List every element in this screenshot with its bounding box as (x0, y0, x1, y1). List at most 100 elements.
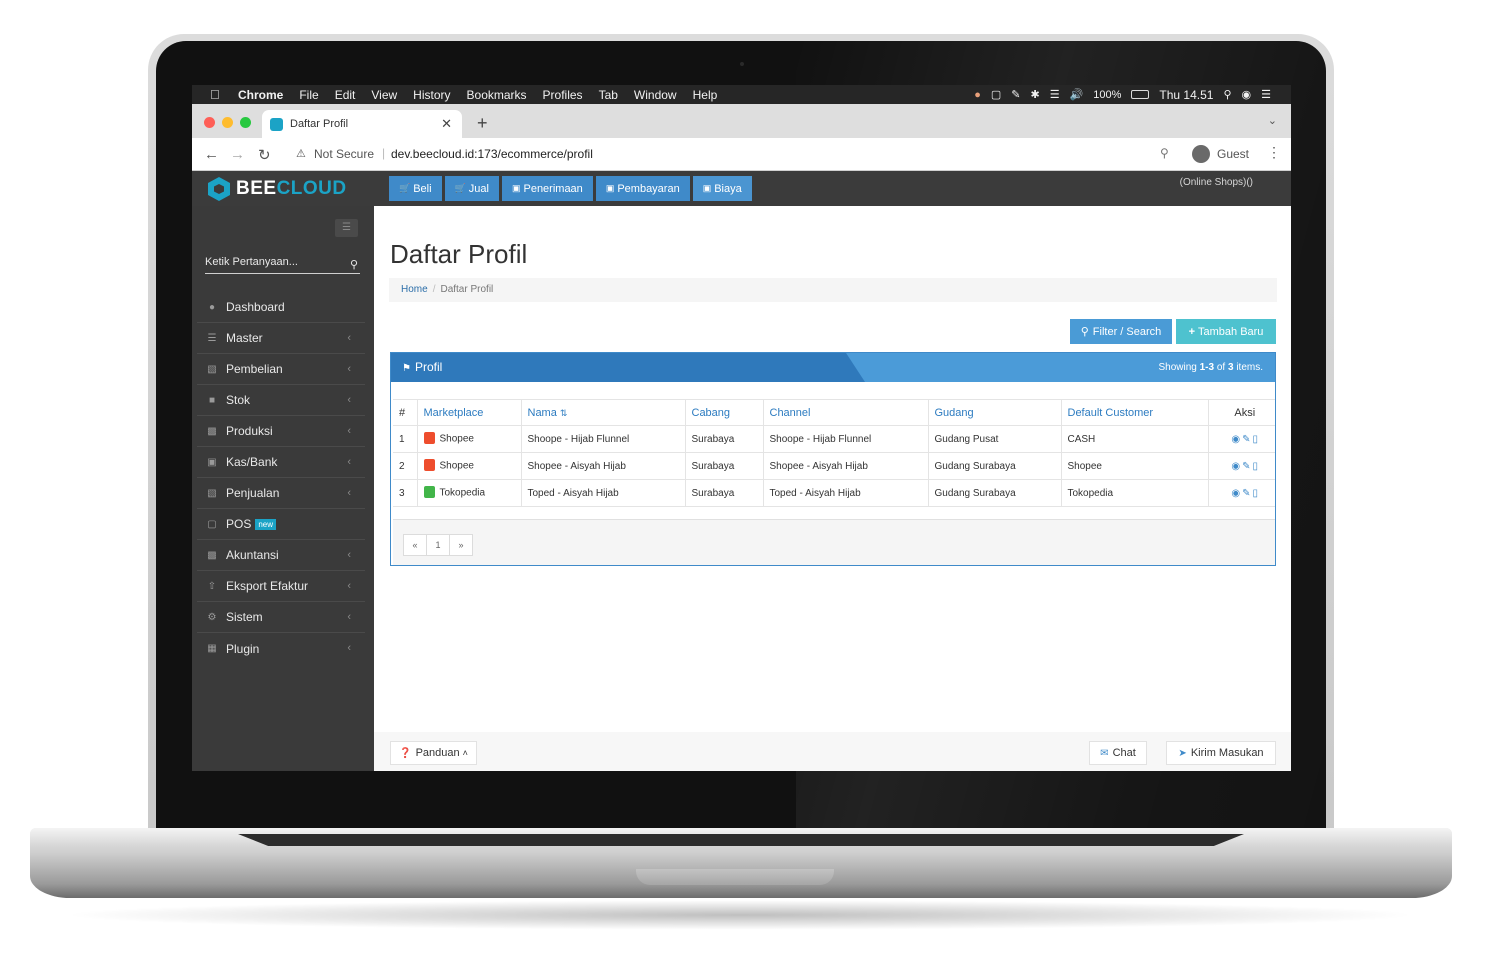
edit-pencil-icon[interactable]: ✎ (1242, 488, 1250, 499)
tab-search-chevron-icon[interactable]: ⌄ (1268, 114, 1277, 127)
browser-tab-strip: Daftar Profil ✕ + ⌄ (192, 104, 1291, 138)
menu-file[interactable]: File (299, 88, 318, 102)
chevron-left-icon: ‹ (347, 549, 351, 561)
nav-beli-button[interactable]: 🛒 Beli (389, 176, 442, 201)
column-header-default-customer[interactable]: Default Customer (1061, 399, 1209, 426)
browser-tab[interactable]: Daftar Profil ✕ (262, 110, 462, 138)
menu-history[interactable]: History (413, 88, 450, 102)
chevron-left-icon: ‹ (347, 580, 351, 592)
bluetooth-icon[interactable]: ✱ (1030, 88, 1039, 101)
camera (740, 62, 744, 66)
spotlight-icon[interactable]: ⚲ (1223, 88, 1231, 101)
breadcrumb-home-link[interactable]: Home (401, 284, 428, 295)
menu-profiles[interactable]: Profiles (543, 88, 583, 102)
footer-bar: ❓ Panduan ˄ ✉ Chat ➤ Kirim Masukan (374, 732, 1291, 771)
chat-button[interactable]: ✉ Chat (1089, 741, 1147, 765)
add-new-button[interactable]: + Tambah Baru (1176, 319, 1276, 344)
siri-icon[interactable]: ◉ (1242, 88, 1252, 101)
status-app-icon[interactable]: ● (974, 89, 981, 101)
money-icon: ▣ (511, 183, 521, 193)
browser-menu-icon[interactable]: ⋮ (1267, 144, 1281, 161)
delete-trash-icon[interactable]: ▯ (1253, 488, 1259, 499)
pagination-next[interactable]: » (449, 534, 473, 556)
new-tab-button[interactable]: + (477, 113, 488, 134)
sidebar-item-pos[interactable]: ▢ POS new (197, 509, 365, 540)
view-eye-icon[interactable]: ◉ (1231, 461, 1240, 472)
sidebar-item-stok[interactable]: ■ Stok ‹ (197, 385, 365, 416)
main-content: Daftar Profil Home / Daftar Profil ⚲ Filter… (374, 206, 1291, 771)
column-header-cabang[interactable]: Cabang (685, 399, 764, 426)
search-icon[interactable]: ⚲ (350, 258, 358, 271)
delete-trash-icon[interactable]: ▯ (1253, 434, 1259, 445)
view-eye-icon[interactable]: ◉ (1231, 488, 1240, 499)
sidebar-item-dashboard[interactable]: ● Dashboard (197, 292, 365, 323)
sidebar-item-penjualan[interactable]: ▧ Penjualan ‹ (197, 478, 365, 509)
menu-window[interactable]: Window (634, 88, 677, 102)
pen-icon[interactable]: ✎ (1011, 88, 1020, 101)
profile-avatar-icon[interactable] (1192, 145, 1210, 163)
sidebar-item-pembelian[interactable]: ▧ Pembelian ‹ (197, 354, 365, 385)
chevron-left-icon: ‹ (347, 425, 351, 437)
sidebar-item-produksi[interactable]: ▩ Produksi ‹ (197, 416, 365, 447)
nav-pembayaran-button[interactable]: ▣ Pembayaran (595, 176, 690, 201)
close-tab-icon[interactable]: ✕ (441, 116, 452, 132)
minimize-window-button[interactable] (222, 117, 233, 128)
battery-icon[interactable] (1131, 90, 1150, 99)
menu-chrome[interactable]: Chrome (238, 88, 283, 102)
pagination-prev[interactable]: « (403, 534, 427, 556)
sidebar-menu: ● Dashboard ☰ Master ‹ ▧ Pembelian ‹ ■ Stok ‹ ▩… (197, 292, 365, 664)
back-arrow-icon[interactable]: ← (204, 146, 219, 163)
menu-bookmarks[interactable]: Bookmarks (467, 88, 527, 102)
zoom-icon[interactable]: ⚲ (1160, 146, 1169, 160)
menu-edit[interactable]: Edit (335, 88, 356, 102)
nav-jual-button[interactable]: 🛒 Jual (444, 176, 499, 201)
notification-center-icon[interactable]: ☰ (1261, 88, 1271, 101)
sidebar-item-master[interactable]: ☰ Master ‹ (197, 323, 365, 354)
sidebar-item-plugin[interactable]: ▦ Plugin ‹ (197, 633, 365, 664)
profile-name[interactable]: Guest (1217, 147, 1249, 161)
edit-pencil-icon[interactable]: ✎ (1242, 434, 1250, 445)
warning-icon[interactable]: ⚠ (296, 147, 306, 160)
view-eye-icon[interactable]: ◉ (1231, 434, 1240, 445)
url-field[interactable]: dev.beecloud.id:173/ecommerce/profil (391, 147, 593, 161)
menu-view[interactable]: View (371, 88, 397, 102)
sort-icon: ⇅ (559, 407, 568, 418)
nav-biaya-button[interactable]: ▣ Biaya (692, 176, 752, 201)
close-window-button[interactable] (204, 117, 215, 128)
column-header-gudang[interactable]: Gudang (928, 399, 1062, 426)
nav-penerimaan-button[interactable]: ▣ Penerimaan (501, 176, 593, 201)
wifi-icon[interactable]: ☰ (1050, 88, 1060, 101)
cogs-icon: ⚙ (207, 611, 217, 623)
volume-icon[interactable]: 🔊 (1070, 88, 1084, 101)
guide-button[interactable]: ❓ Panduan ˄ (390, 741, 477, 765)
display-icon[interactable]: ▢ (991, 88, 1001, 101)
edit-pencil-icon[interactable]: ✎ (1242, 461, 1250, 472)
column-header-aksi: Aksi (1208, 399, 1275, 426)
maximize-window-button[interactable] (240, 117, 251, 128)
screen:  Chrome File Edit View History Bookmark… (192, 85, 1291, 771)
filter-search-button[interactable]: ⚲ Filter / Search (1070, 319, 1172, 344)
menu-help[interactable]: Help (693, 88, 718, 102)
sidebar-item-eksport-efaktur[interactable]: ⇧ Eksport Efaktur ‹ (197, 571, 365, 602)
table-row: 3 Tokopedia Toped - Aisyah Hijab Surabay… (393, 479, 1275, 507)
sidebar-item-sistem[interactable]: ⚙ Sistem ‹ (197, 602, 365, 633)
beecloud-logo[interactable]: BEECLOUD (208, 177, 347, 201)
upload-icon: ⇧ (207, 580, 217, 592)
forward-arrow-icon[interactable]: → (230, 146, 245, 163)
column-header-channel[interactable]: Channel (763, 399, 929, 426)
reload-icon[interactable]: ↻ (258, 146, 271, 164)
send-feedback-button[interactable]: ➤ Kirim Masukan (1166, 741, 1276, 765)
sidebar-search-input[interactable]: Ketik Pertanyaan... ⚲ (205, 256, 360, 274)
sidebar-item-akuntansi[interactable]: ▩ Akuntansi ‹ (197, 540, 365, 571)
apple-icon[interactable]:  (210, 87, 222, 102)
column-header-nama[interactable]: Nama ⇅ (521, 399, 686, 426)
delete-trash-icon[interactable]: ▯ (1253, 461, 1259, 472)
sidebar-toggle-button[interactable]: ☰ (335, 219, 358, 237)
column-header-marketplace[interactable]: Marketplace (417, 399, 522, 426)
sidebar-item-kas-bank[interactable]: ▣ Kas/Bank ‹ (197, 447, 365, 478)
breadcrumb: Home / Daftar Profil (389, 278, 1277, 302)
not-secure-label[interactable]: Not Secure (314, 147, 374, 161)
clock[interactable]: Thu 14.51 (1159, 88, 1213, 102)
pagination-page-1[interactable]: 1 (426, 534, 450, 556)
menu-tab[interactable]: Tab (599, 88, 618, 102)
